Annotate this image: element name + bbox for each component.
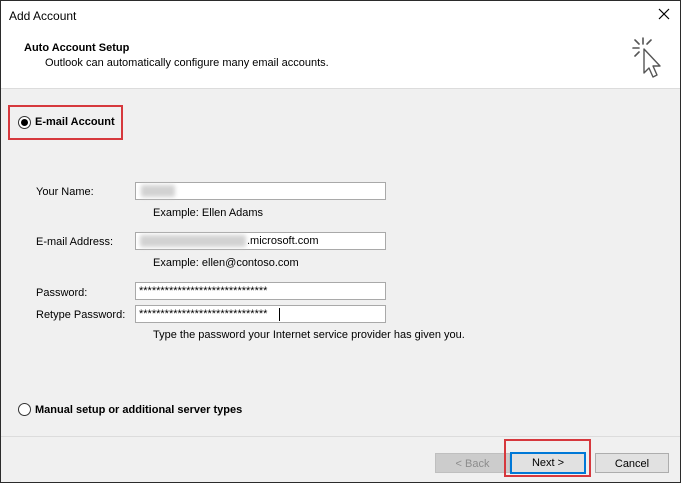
your-name-hint: Example: Ellen Adams bbox=[153, 207, 264, 219]
email-address-input[interactable]: .microsoft.com bbox=[135, 232, 386, 250]
wizard-header: Auto Account Setup Outlook can automatic… bbox=[1, 31, 680, 89]
footer-separator bbox=[1, 436, 680, 437]
cursor-click-icon bbox=[632, 37, 661, 78]
retype-password-label: Retype Password: bbox=[36, 309, 126, 321]
close-icon[interactable] bbox=[656, 6, 672, 22]
email-account-label[interactable]: E-mail Account bbox=[35, 116, 115, 128]
window-title: Add Account bbox=[9, 9, 77, 23]
next-button[interactable]: Next > bbox=[510, 452, 586, 474]
retype-password-input[interactable]: ****************************** bbox=[135, 305, 386, 323]
title-bar: Add Account bbox=[1, 1, 680, 31]
password-value: ****************************** bbox=[139, 285, 268, 297]
your-name-label: Your Name: bbox=[36, 186, 94, 198]
cancel-button[interactable]: Cancel bbox=[595, 453, 669, 473]
text-caret bbox=[279, 308, 280, 321]
password-label: Password: bbox=[36, 287, 88, 299]
password-hint: Type the password your Internet service … bbox=[153, 329, 465, 341]
back-button[interactable]: < Back bbox=[435, 453, 510, 473]
header-title: Auto Account Setup bbox=[24, 42, 130, 54]
email-address-hint: Example: ellen@contoso.com bbox=[153, 257, 299, 269]
email-account-radio[interactable] bbox=[18, 116, 31, 129]
manual-setup-label[interactable]: Manual setup or additional server types bbox=[35, 404, 242, 416]
header-subtitle: Outlook can automatically configure many… bbox=[45, 57, 329, 69]
manual-setup-radio[interactable] bbox=[18, 403, 31, 416]
your-name-input[interactable] bbox=[135, 182, 386, 200]
add-account-dialog: Add Account Auto Account Setup Outlook c… bbox=[0, 0, 681, 483]
email-domain-text: .microsoft.com bbox=[247, 235, 319, 247]
password-input[interactable]: ****************************** bbox=[135, 282, 386, 300]
redacted-name bbox=[141, 185, 175, 197]
retype-password-value: ****************************** bbox=[139, 308, 268, 320]
redacted-email-user bbox=[140, 235, 246, 247]
radio-selected-dot bbox=[21, 119, 28, 126]
email-address-label: E-mail Address: bbox=[36, 236, 114, 248]
